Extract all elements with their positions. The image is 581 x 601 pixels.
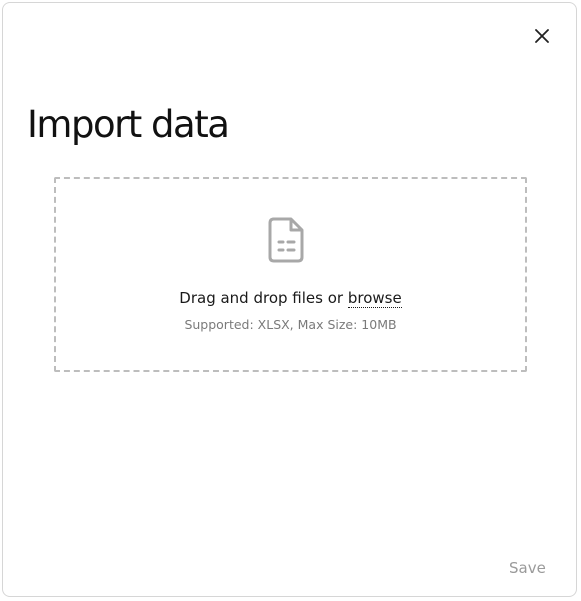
close-button[interactable] <box>529 23 555 49</box>
import-dialog: Import data Drag and drop files or brows… <box>2 2 577 597</box>
browse-link[interactable]: browse <box>347 289 402 308</box>
save-button[interactable]: Save <box>509 559 546 577</box>
file-spreadsheet-icon <box>268 217 304 263</box>
file-dropzone[interactable]: Drag and drop files or browse Supported:… <box>54 177 527 372</box>
dialog-title: Import data <box>27 103 230 146</box>
drop-text-label: Drag and drop files or <box>179 289 348 307</box>
drop-instructions: Drag and drop files or browse <box>56 289 525 308</box>
supported-formats-text: Supported: XLSX, Max Size: 10MB <box>184 317 397 332</box>
close-icon <box>535 29 549 43</box>
